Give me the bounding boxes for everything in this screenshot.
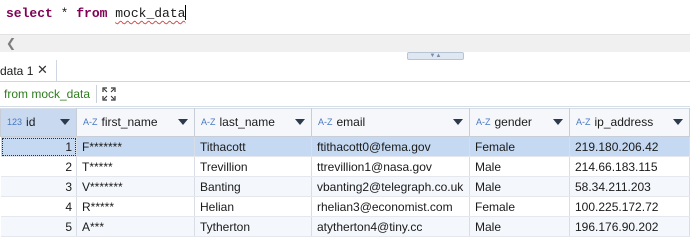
close-icon[interactable]: ✕ xyxy=(37,62,48,78)
cell-email[interactable]: ttrevillion1@nasa.gov xyxy=(311,156,470,177)
cell-first-name[interactable]: R***** xyxy=(76,196,195,217)
cell-first-name[interactable]: F******* xyxy=(76,136,195,157)
sql-query-line[interactable]: select * from mock_data xyxy=(6,5,187,21)
cell-id[interactable]: 4 xyxy=(0,196,77,217)
cell-first-name[interactable]: T***** xyxy=(76,156,195,177)
column-name: last_name xyxy=(219,115,275,129)
column-header-last-name[interactable]: A-Z last_name xyxy=(194,108,312,137)
cell-last-name[interactable]: Trevillion xyxy=(194,156,312,177)
column-header-gender[interactable]: A-Z gender xyxy=(469,108,570,137)
column-header-id[interactable]: 123 id xyxy=(0,108,77,137)
splitter-handle-icon[interactable]: ▼▲ xyxy=(407,52,464,60)
text-type-icon: A-Z xyxy=(576,117,591,127)
cell-email[interactable]: vbanting2@telegraph.co.uk xyxy=(311,176,470,197)
keyword-select: select xyxy=(6,6,53,21)
select-star: * xyxy=(52,6,77,21)
results-grid: 123 id A-Z first_name A-Z last_name A-Z … xyxy=(0,108,690,237)
cell-id[interactable]: 5 xyxy=(0,216,77,237)
expand-icon[interactable] xyxy=(101,86,117,102)
cell-ip-address[interactable]: 219.180.206.42 xyxy=(569,136,690,157)
cell-email[interactable]: ftithacott0@fema.gov xyxy=(311,136,470,157)
sort-dropdown-icon[interactable] xyxy=(673,119,683,125)
column-name: gender xyxy=(494,115,532,129)
header-row: 123 id A-Z first_name A-Z last_name A-Z … xyxy=(0,108,690,137)
cell-ip-address[interactable]: 214.66.183.115 xyxy=(569,156,690,177)
cell-last-name[interactable]: Helian xyxy=(194,196,312,217)
text-type-icon: A-Z xyxy=(318,117,333,127)
filter-bar: from mock_data xyxy=(0,82,690,107)
sort-dropdown-icon[interactable] xyxy=(295,119,305,125)
text-type-icon: A-Z xyxy=(83,117,98,127)
cell-gender[interactable]: Female xyxy=(469,196,570,217)
column-header-ip-address[interactable]: A-Z ip_address xyxy=(569,108,690,137)
text-type-icon: A-Z xyxy=(476,117,491,127)
results-table: 123 id A-Z first_name A-Z last_name A-Z … xyxy=(0,108,690,237)
cell-email[interactable]: atytherton4@tiny.cc xyxy=(311,216,470,237)
table-row[interactable]: 4 R***** Helian rhelian3@economist.com F… xyxy=(0,196,690,217)
number-type-icon: 123 xyxy=(7,117,23,127)
cell-gender[interactable]: Male xyxy=(469,216,570,237)
table-row[interactable]: 5 A*** Tytherton atytherton4@tiny.cc Mal… xyxy=(0,216,690,237)
column-header-first-name[interactable]: A-Z first_name xyxy=(76,108,195,137)
column-header-email[interactable]: A-Z email xyxy=(311,108,470,137)
cell-ip-address[interactable]: 58.34.211.203 xyxy=(569,176,690,197)
filter-input[interactable]: from mock_data xyxy=(4,87,90,101)
column-name: id xyxy=(26,115,36,129)
filter-divider xyxy=(96,85,97,103)
table-row[interactable]: 1 F******* Tithacott ftithacott0@fema.go… xyxy=(0,136,690,157)
cell-gender[interactable]: Male xyxy=(469,176,570,197)
table-row[interactable]: 3 V******* Banting vbanting2@telegraph.c… xyxy=(0,176,690,197)
cell-last-name[interactable]: Tytherton xyxy=(194,216,312,237)
cell-email[interactable]: rhelian3@economist.com xyxy=(311,196,470,217)
cell-ip-address[interactable]: 100.225.172.72 xyxy=(569,196,690,217)
cell-gender[interactable]: Female xyxy=(469,136,570,157)
column-name: ip_address xyxy=(594,115,654,129)
sql-editor[interactable]: select * from mock_data xyxy=(0,0,690,30)
cell-id[interactable]: 3 xyxy=(0,176,77,197)
cell-id[interactable]: 2 xyxy=(0,156,77,177)
panel-splitter[interactable]: ▼▲ xyxy=(0,52,690,60)
column-name: email xyxy=(336,115,366,129)
cell-first-name[interactable]: A*** xyxy=(76,216,195,237)
cell-first-name[interactable]: V******* xyxy=(76,176,195,197)
sort-dropdown-icon[interactable] xyxy=(178,119,188,125)
sort-dropdown-icon[interactable] xyxy=(60,119,70,125)
cell-id[interactable]: 1 xyxy=(0,136,77,157)
keyword-from: from xyxy=(76,6,108,21)
editor-horizontal-scrollbar[interactable]: ❮ xyxy=(0,34,690,53)
sort-dropdown-icon[interactable] xyxy=(553,119,563,125)
text-cursor xyxy=(185,5,187,20)
column-name: first_name xyxy=(101,115,158,129)
table-row[interactable]: 2 T***** Trevillion ttrevillion1@nasa.go… xyxy=(0,156,690,177)
cell-last-name[interactable]: Tithacott xyxy=(194,136,312,157)
tab-label: data 1 xyxy=(0,64,34,78)
sort-dropdown-icon[interactable] xyxy=(453,119,463,125)
cell-ip-address[interactable]: 196.176.90.202 xyxy=(569,216,690,237)
results-tab-bar: data 1 ✕ xyxy=(0,60,690,82)
text-type-icon: A-Z xyxy=(201,117,216,127)
table-name-token: mock_data xyxy=(115,6,186,21)
cell-last-name[interactable]: Banting xyxy=(194,176,312,197)
scroll-left-icon[interactable]: ❮ xyxy=(6,35,16,52)
tab-data-1[interactable]: data 1 ✕ xyxy=(0,60,57,81)
cell-gender[interactable]: Male xyxy=(469,156,570,177)
